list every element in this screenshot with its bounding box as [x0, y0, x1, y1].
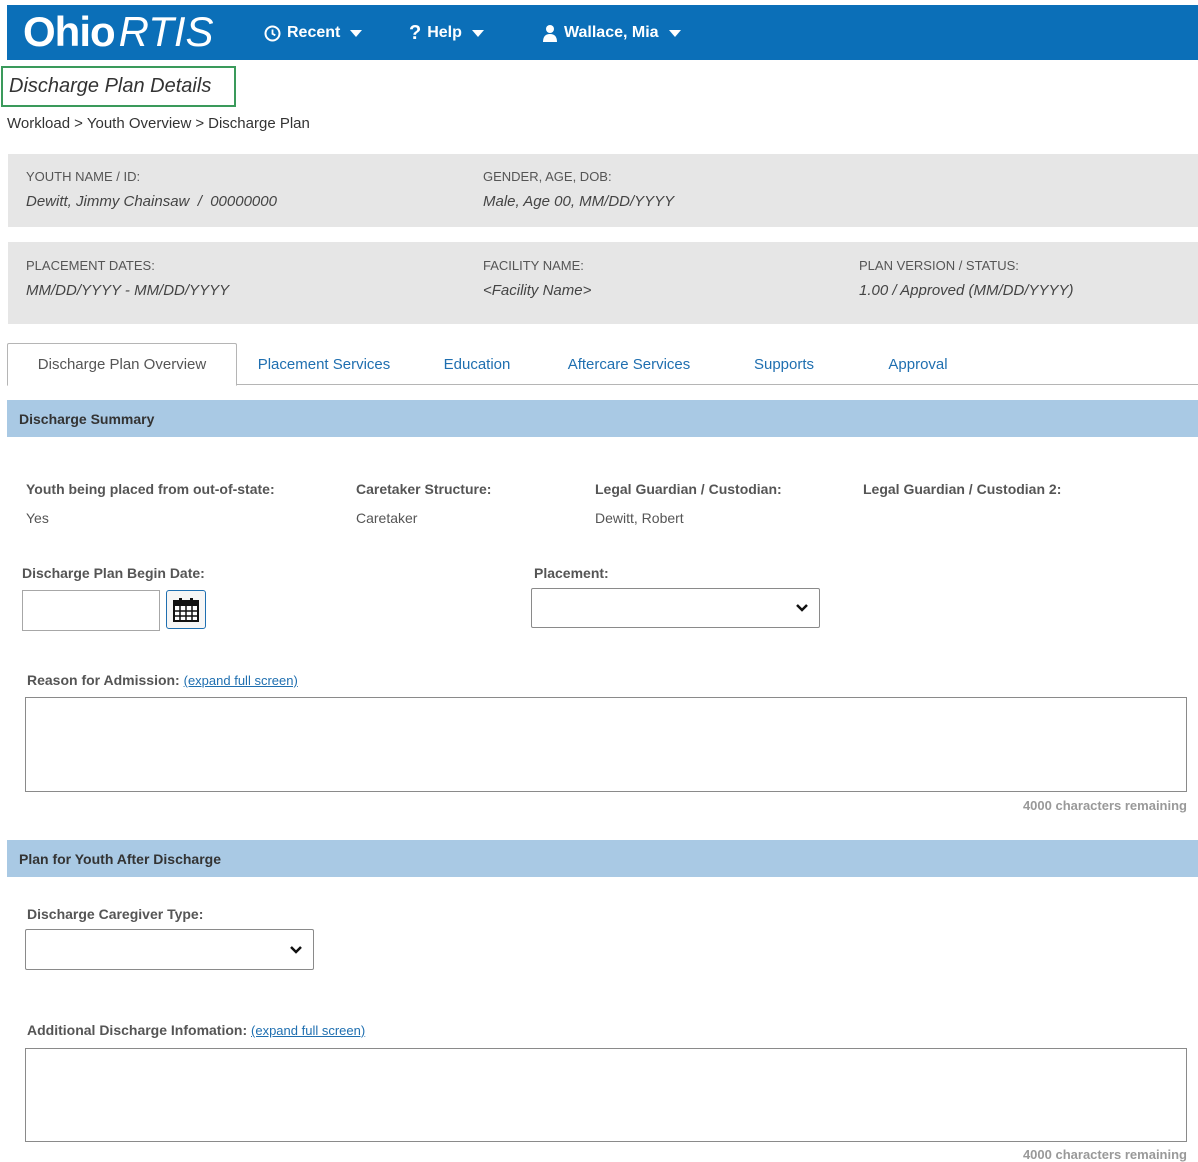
additional-chars-remaining: 4000 characters remaining	[1022, 1147, 1187, 1162]
facility-name-label: FACILITY NAME:	[483, 258, 584, 273]
placement-select[interactable]	[531, 588, 820, 628]
nav-user-label: Wallace, Mia	[564, 24, 659, 41]
chevron-down-icon	[290, 945, 302, 954]
placement-dates-field: PLACEMENT DATES: MM/DD/YYYY - MM/DD/YYYY	[26, 258, 229, 299]
question-icon: ?	[409, 21, 422, 44]
discharge-summary-header: Discharge Summary	[7, 400, 1198, 437]
calendar-button[interactable]	[166, 590, 206, 629]
tab-approval[interactable]: Approval	[869, 343, 967, 385]
legal-guardian-label: Legal Guardian / Custodian:	[595, 481, 782, 497]
tab-placement-services[interactable]: Placement Services	[241, 343, 407, 385]
nav-recent-menu[interactable]: Recent	[264, 22, 363, 44]
youth-info-panel: YOUTH NAME / ID: Dewitt, Jimmy Chainsaw …	[8, 154, 1198, 227]
nav-user-menu[interactable]: Wallace, Mia	[542, 22, 681, 44]
logo-italic: RTIS	[118, 8, 214, 55]
tab-aftercare-services[interactable]: Aftercare Services	[552, 343, 706, 385]
additional-info-label-text: Additional Discharge Infomation:	[27, 1022, 248, 1038]
breadcrumb: Workload > Youth Overview > Discharge Plan	[7, 115, 310, 132]
tab-supports[interactable]: Supports	[737, 343, 831, 385]
reason-chars-remaining: 4000 characters remaining	[1022, 798, 1187, 813]
additional-info-textarea[interactable]	[25, 1048, 1187, 1142]
gender-age-dob-field: GENDER, AGE, DOB: Male, Age 00, MM/DD/YY…	[483, 169, 674, 210]
reason-for-admission-label: Reason for Admission: (expand full scree…	[27, 672, 298, 688]
youth-name-field: YOUTH NAME / ID: Dewitt, Jimmy Chainsaw …	[26, 169, 277, 210]
out-of-state-label: Youth being placed from out-of-state:	[26, 481, 275, 497]
plan-version-field: PLAN VERSION / STATUS: 1.00 / Approved (…	[859, 258, 1074, 299]
additional-info-label: Additional Discharge Infomation: (expand…	[27, 1022, 365, 1038]
begin-date-label: Discharge Plan Begin Date:	[22, 565, 205, 581]
legal-guardian-value: Dewitt, Robert	[595, 510, 684, 526]
youth-name-value: Dewitt, Jimmy Chainsaw / 00000000	[26, 193, 277, 210]
gender-age-dob-label: GENDER, AGE, DOB:	[483, 169, 612, 184]
plan-version-label: PLAN VERSION / STATUS:	[859, 258, 1019, 273]
placement-label: Placement:	[534, 565, 609, 581]
gender-age-dob-value: Male, Age 00, MM/DD/YYYY	[483, 193, 675, 210]
reason-for-admission-label-text: Reason for Admission:	[27, 672, 180, 688]
caregiver-type-label: Discharge Caregiver Type:	[27, 906, 204, 922]
expand-full-screen-link[interactable]: (expand full screen)	[251, 1023, 365, 1038]
legal-guardian-2-label: Legal Guardian / Custodian 2:	[863, 481, 1062, 497]
breadcrumb-separator: >	[195, 115, 205, 132]
chevron-down-icon	[668, 29, 681, 37]
placement-dates-value: MM/DD/YYYY - MM/DD/YYYY	[26, 282, 230, 299]
tab-discharge-plan-overview[interactable]: Discharge Plan Overview	[7, 343, 237, 386]
facility-name-field: FACILITY NAME: <Facility Name>	[483, 258, 591, 299]
clock-icon	[264, 25, 281, 42]
nav-help-label: Help	[427, 24, 462, 41]
chevron-down-icon	[471, 29, 484, 37]
breadcrumb-discharge-plan: Discharge Plan	[208, 115, 310, 132]
caretaker-structure-label: Caretaker Structure:	[356, 481, 492, 497]
page-title: Discharge Plan Details	[1, 66, 236, 107]
placement-dates-label: PLACEMENT DATES:	[26, 258, 155, 273]
begin-date-input[interactable]	[22, 590, 160, 631]
logo-main: Ohio	[23, 8, 116, 55]
youth-name-label: YOUTH NAME / ID:	[26, 169, 141, 184]
breadcrumb-separator: >	[74, 115, 83, 132]
nav-recent-label: Recent	[287, 24, 341, 41]
reason-for-admission-textarea[interactable]	[25, 697, 1187, 792]
breadcrumb-youth-overview[interactable]: Youth Overview	[87, 115, 192, 132]
breadcrumb-workload[interactable]: Workload	[7, 115, 70, 132]
plan-version-value: 1.00 / Approved (MM/DD/YYYY)	[859, 282, 1074, 299]
out-of-state-value: Yes	[26, 510, 49, 526]
chevron-down-icon	[796, 604, 808, 612]
placement-info-panel: PLACEMENT DATES: MM/DD/YYYY - MM/DD/YYYY…	[8, 242, 1198, 324]
user-icon	[542, 24, 558, 42]
caregiver-type-select[interactable]	[25, 929, 314, 970]
nav-help-menu[interactable]: ? Help	[409, 22, 484, 44]
calendar-icon	[173, 597, 199, 622]
plan-after-discharge-header: Plan for Youth After Discharge	[7, 840, 1198, 877]
tab-bar: Discharge Plan Overview Placement Servic…	[7, 343, 1198, 386]
top-nav-bar: OhioRTIS Recent ? Help Wallace, Mia	[7, 5, 1198, 60]
expand-full-screen-link[interactable]: (expand full screen)	[184, 673, 298, 688]
app-logo[interactable]: OhioRTIS	[23, 9, 214, 55]
chevron-down-icon	[350, 29, 363, 37]
facility-name-value: <Facility Name>	[483, 282, 592, 299]
tab-education[interactable]: Education	[427, 343, 527, 385]
caretaker-structure-value: Caretaker	[356, 510, 418, 526]
